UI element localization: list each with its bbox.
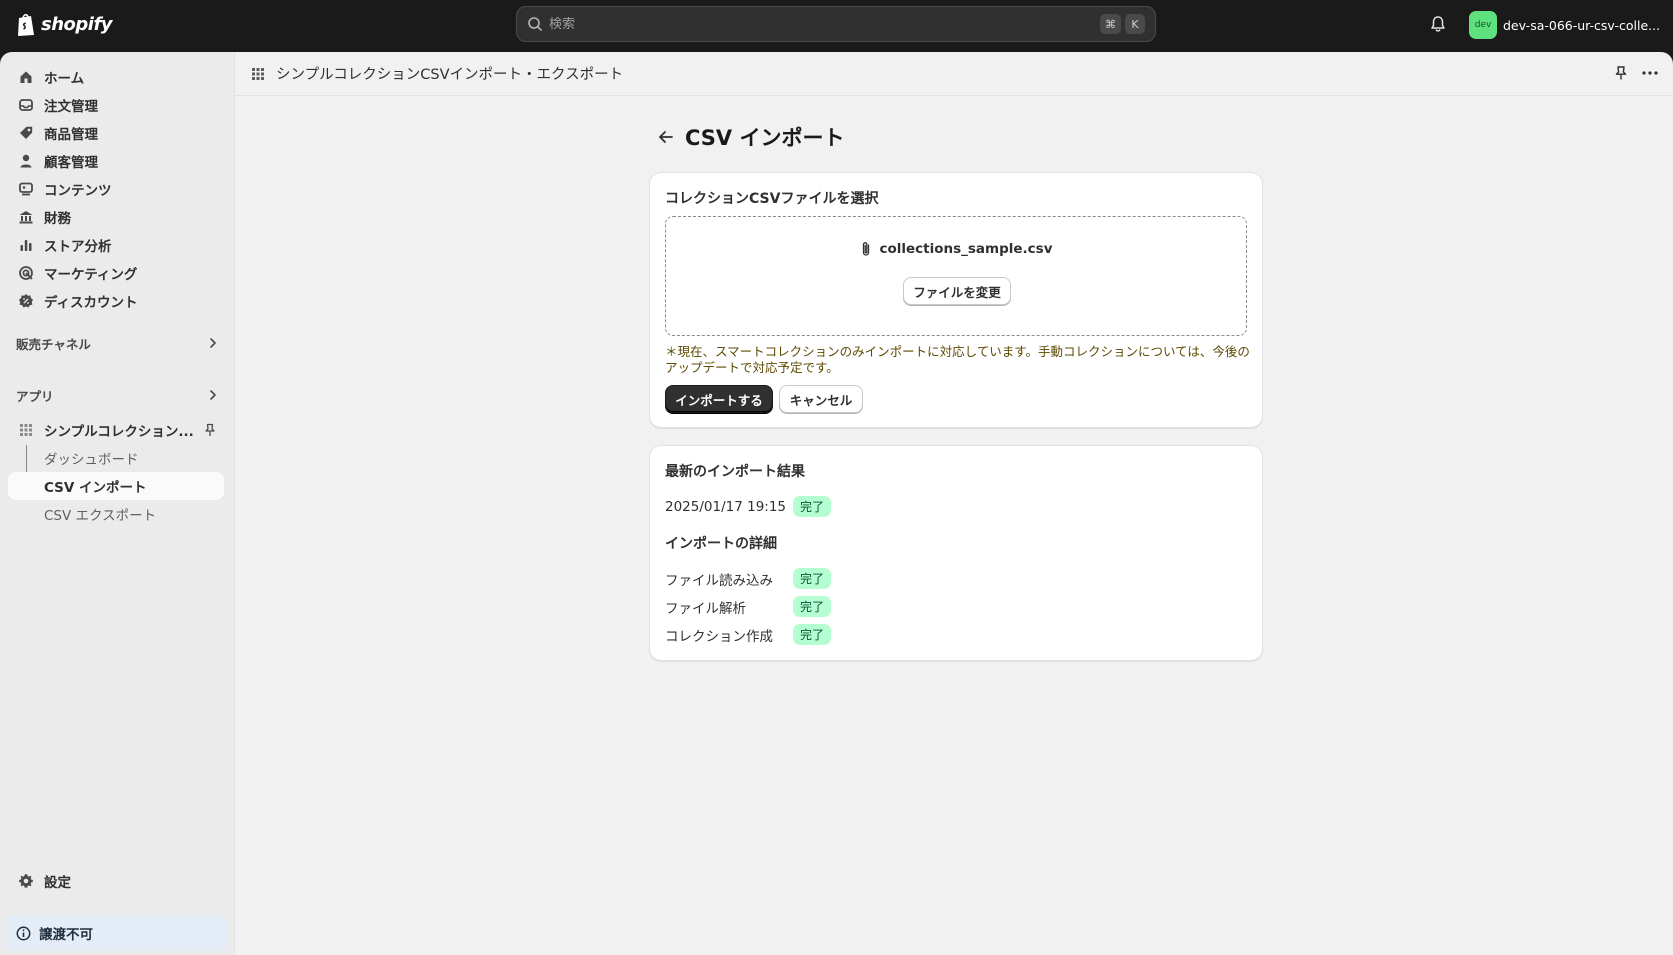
sidebar-item-marketing[interactable]: マーケティング [8,259,224,287]
notice-label: 譲渡不可 [39,927,93,943]
sidebar-item-orders[interactable]: 注文管理 [8,91,224,119]
paperclip-icon [863,242,870,256]
status-badge: 完了 [793,596,832,617]
home-icon [20,71,32,83]
detail-label: ファイル解析 [665,600,746,617]
page-title: CSV インポート [685,126,845,150]
apps-heading: アプリ [16,389,54,404]
store-menu[interactable]: dev dev-sa-066-ur-csv-colle... [1469,11,1660,39]
app-title: シンプルコレクションCSVインポート・エクスポート [276,67,624,83]
latest-result-title: 最新のインポート結果 [665,464,805,480]
sidebar-item-home[interactable]: ホーム [8,63,224,91]
bell-icon[interactable] [1428,14,1448,34]
page-header: CSV インポート [655,122,845,152]
shopify-bag-icon [18,13,34,36]
tag-icon [20,126,33,139]
search-icon [528,17,542,31]
top-bar: shopify ⌘ K dev dev-sa-066-ur-csv-colle.… [0,0,1673,52]
sidebar-subitem-csv-export[interactable]: CSV エクスポート [8,500,224,528]
sidebar-subitem-dashboard[interactable]: ダッシュボード [8,444,224,472]
target-icon [19,266,33,280]
app-title-bar: シンプルコレクションCSVインポート・エクスポート [235,52,1673,96]
sidebar-item-content[interactable]: コンテンツ [8,175,224,203]
discount-icon [19,294,33,308]
store-name: dev-sa-066-ur-csv-colle... [1503,17,1661,33]
sidebar-item-label: 財務 [44,211,71,227]
search-bar[interactable]: ⌘ K [516,6,1156,42]
app-grid-icon [252,67,264,80]
detail-row: ファイル読み込み 完了 [665,568,832,589]
sidebar-item-finance[interactable]: 財務 [8,203,224,231]
sidebar-item-label: コンテンツ [44,183,112,199]
sidebar-item-label: ストア分析 [44,239,112,255]
sidebar-item-settings[interactable]: 設定 [8,867,224,895]
store-avatar: dev [1469,11,1497,39]
sidebar: ホーム 注文管理 商品管理 顧客管理 コンテンツ 財務 ストア分析 マーケティン… [0,52,235,955]
shopify-wordmark: shopify [41,13,113,35]
chevron-right-icon[interactable] [206,336,220,350]
file-select-card: コレクションCSVファイルを選択 collections_sample.csv … [649,172,1263,428]
file-dropzone[interactable]: collections_sample.csv ファイルを変更 [665,216,1247,336]
detail-row: コレクション作成 完了 [665,624,832,645]
sidebar-item-analytics[interactable]: ストア分析 [8,231,224,259]
pin-icon[interactable] [1613,65,1629,81]
non-transferable-notice[interactable]: 譲渡不可 [5,915,228,951]
shopify-logo[interactable]: shopify [16,11,113,37]
detail-label: コレクション作成 [665,628,773,645]
bar-chart-icon [20,240,32,251]
file-name: collections_sample.csv [879,241,1053,257]
status-badge: 完了 [793,624,832,645]
details-title: インポートの詳細 [665,536,777,552]
import-note: ＊現在、スマートコレクションのみインポートに対応しています。手動コレクションにつ… [665,344,1250,375]
sidebar-item-label: 顧客管理 [44,155,98,171]
sidebar-item-label: マーケティング [44,267,138,283]
sidebar-item-products[interactable]: 商品管理 [8,119,224,147]
pin-icon[interactable] [203,423,217,437]
inbox-icon [19,99,33,111]
back-arrow-icon[interactable] [655,126,677,148]
change-file-button[interactable]: ファイルを変更 [903,277,1011,305]
sidebar-item-label: シンプルコレクション... [44,424,194,440]
content-icon [19,182,33,196]
gear-icon [19,874,33,888]
app-grid-icon [20,424,32,436]
sidebar-item-label: 注文管理 [44,99,98,115]
search-input[interactable] [549,16,1096,32]
result-timestamp: 2025/01/17 19:15 [665,498,787,515]
cancel-button[interactable]: キャンセル [779,385,863,413]
sidebar-item-customers[interactable]: 顧客管理 [8,147,224,175]
chevron-right-icon[interactable] [206,388,220,402]
info-icon [16,926,31,940]
shortcut-k-key: K [1125,14,1145,34]
selected-file: collections_sample.csv [666,241,1246,257]
shortcut-cmd-key: ⌘ [1100,14,1121,34]
file-select-title: コレクションCSVファイルを選択 [665,191,879,207]
status-badge: 完了 [793,496,832,517]
sidebar-subitem-csv-import[interactable]: CSV インポート [8,472,224,500]
result-summary: 2025/01/17 19:15 完了 [665,496,832,517]
sidebar-item-app[interactable]: シンプルコレクション... [8,416,224,444]
sales-channels-heading: 販売チャネル [16,337,91,352]
bank-icon [19,211,33,224]
sidebar-item-label: ディスカウント [44,295,138,311]
more-options-icon[interactable] [1641,65,1659,81]
person-icon [20,154,32,168]
sidebar-item-label: 商品管理 [44,127,98,143]
detail-label: ファイル読み込み [665,572,773,589]
detail-row: ファイル解析 完了 [665,596,832,617]
sidebar-item-label: 設定 [44,875,71,891]
import-result-card: 最新のインポート結果 2025/01/17 19:15 完了 インポートの詳細 … [649,445,1263,661]
main-content: シンプルコレクションCSVインポート・エクスポート CSV インポート コレクシ… [235,52,1673,955]
sidebar-item-label: ホーム [44,71,85,87]
sidebar-item-discounts[interactable]: ディスカウント [8,287,224,315]
import-button[interactable]: インポートする [665,385,773,413]
status-badge: 完了 [793,568,832,589]
